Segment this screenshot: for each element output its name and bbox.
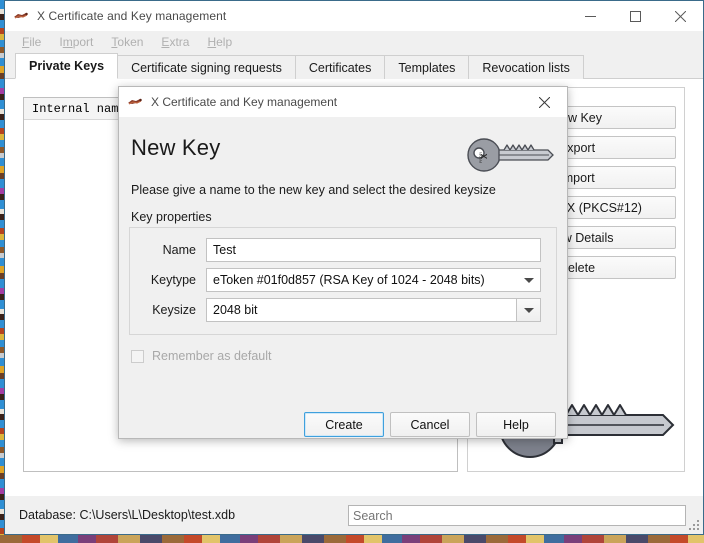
remember-as-default-checkbox[interactable] bbox=[131, 349, 144, 363]
database-path-label: Database: C:\Users\L\Desktop\test.xdb bbox=[19, 508, 236, 522]
statusbar: Database: C:\Users\L\Desktop\test.xdb bbox=[5, 496, 703, 534]
menu-item-import[interactable]: Import bbox=[50, 32, 102, 52]
keysize-field-row: Keysize 2048 bit bbox=[130, 298, 556, 322]
resize-grip-icon[interactable] bbox=[688, 519, 700, 531]
window-title: X Certificate and Key management bbox=[37, 9, 227, 23]
keytype-label: Keytype bbox=[150, 273, 196, 287]
keytype-field-row: Keytype eToken #01f0d857 (RSA Key of 102… bbox=[130, 268, 556, 292]
svg-text:PROFI: PROFI bbox=[479, 152, 483, 163]
window-controls bbox=[568, 1, 703, 31]
name-field-control bbox=[206, 238, 541, 262]
app-xca-icon bbox=[127, 94, 143, 110]
tab-revocation-lists[interactable]: Revocation lists bbox=[468, 55, 584, 79]
close-icon[interactable] bbox=[522, 87, 567, 117]
menu-item-token[interactable]: Token bbox=[102, 32, 152, 52]
remember-as-default-label: Remember as default bbox=[152, 349, 272, 363]
minimize-icon[interactable] bbox=[568, 1, 613, 31]
menu-item-extra[interactable]: Extra bbox=[152, 32, 198, 52]
tab-private-keys[interactable]: Private Keys bbox=[15, 53, 119, 79]
cancel-button[interactable]: Cancel bbox=[390, 412, 470, 437]
menu-label-import: port bbox=[72, 35, 94, 49]
close-icon[interactable] bbox=[658, 1, 703, 31]
keysize-select[interactable]: 2048 bit bbox=[206, 298, 541, 322]
column-header-internal-name[interactable]: Internal name bbox=[24, 102, 126, 116]
name-input[interactable] bbox=[206, 238, 541, 262]
keysize-label: Keysize bbox=[152, 303, 196, 317]
keytype-field-control: eToken #01f0d857 (RSA Key of 1024 - 2048… bbox=[206, 268, 541, 292]
desktop-background-bottom bbox=[0, 535, 704, 543]
keytype-selected-value: eToken #01f0d857 (RSA Key of 1024 - 2048… bbox=[213, 273, 485, 287]
menu-label-token: oken bbox=[117, 35, 144, 49]
new-key-dialog: X Certificate and Key management New Key… bbox=[118, 86, 568, 439]
name-field-row: Name bbox=[130, 238, 556, 262]
menu-label-file: ile bbox=[29, 35, 42, 49]
tab-certificates[interactable]: Certificates bbox=[294, 55, 386, 79]
main-titlebar[interactable]: X Certificate and Key management bbox=[5, 1, 703, 31]
dialog-heading: New Key bbox=[131, 135, 221, 160]
menu-item-file[interactable]: File bbox=[13, 32, 50, 52]
keysize-selected-value[interactable]: 2048 bit bbox=[207, 303, 516, 317]
keytype-select[interactable]: eToken #01f0d857 (RSA Key of 1024 - 2048… bbox=[206, 268, 541, 292]
menu-item-help[interactable]: Help bbox=[198, 32, 241, 52]
chevron-down-icon[interactable] bbox=[516, 299, 540, 321]
dialog-body: New Key X PROFI Please give a name to th… bbox=[119, 117, 567, 439]
menu-label-extra: xtra bbox=[169, 35, 190, 49]
maximize-icon[interactable] bbox=[613, 1, 658, 31]
key-properties-group: Name Keytype eToken #01f0d857 (RSA Key o… bbox=[129, 227, 557, 335]
tab-certificate-signing-requests[interactable]: Certificate signing requests bbox=[117, 55, 296, 79]
menubar: File Import Token Extra Help bbox=[5, 31, 703, 53]
chevron-down-icon[interactable] bbox=[518, 269, 540, 291]
remember-as-default-row[interactable]: Remember as default bbox=[131, 349, 272, 363]
key-icon: X PROFI bbox=[467, 138, 554, 172]
keysize-field-control: 2048 bit bbox=[206, 298, 541, 322]
app-xca-icon bbox=[13, 8, 29, 24]
tab-templates[interactable]: Templates bbox=[384, 55, 470, 79]
name-label: Name bbox=[162, 243, 196, 257]
create-button[interactable]: Create bbox=[304, 412, 384, 437]
tabstrip: Private Keys Certificate signing request… bbox=[5, 53, 703, 79]
search-input[interactable] bbox=[348, 505, 686, 526]
dialog-titlebar[interactable]: X Certificate and Key management bbox=[119, 87, 567, 117]
help-button[interactable]: Help bbox=[476, 412, 556, 437]
dialog-subtitle: Please give a name to the new key and se… bbox=[131, 183, 496, 197]
dialog-title: X Certificate and Key management bbox=[151, 95, 338, 109]
menu-label-help: elp bbox=[216, 35, 233, 49]
key-properties-label: Key properties bbox=[131, 210, 212, 224]
